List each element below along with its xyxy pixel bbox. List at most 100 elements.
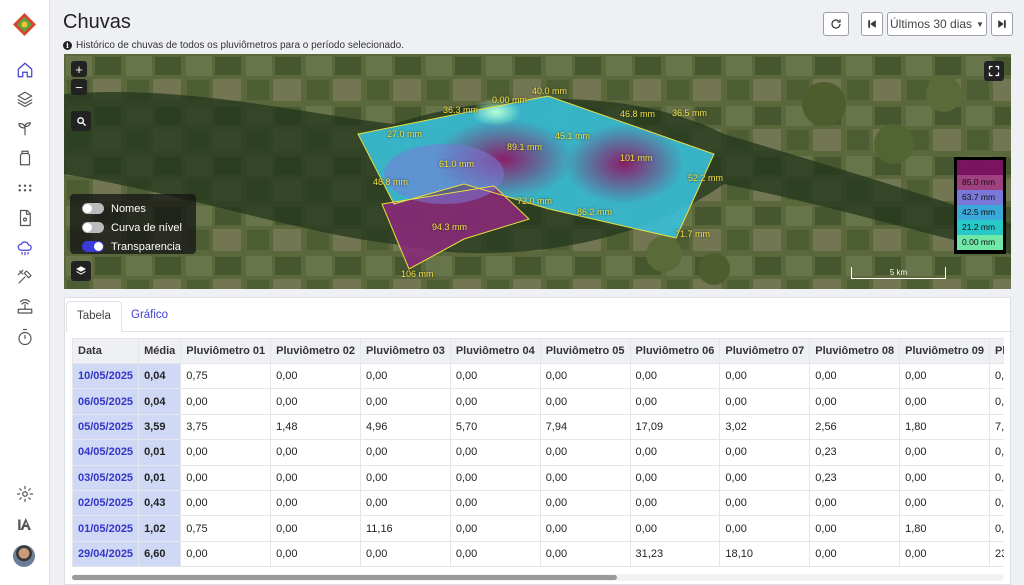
date-cell[interactable]: 06/05/2025 xyxy=(72,388,140,415)
value-cell: 0,2 xyxy=(988,489,1004,517)
brand-icon[interactable] xyxy=(14,513,36,535)
column-header[interactable]: Média xyxy=(138,338,182,364)
column-header[interactable]: Pluviômetro 08 xyxy=(809,338,901,364)
first-period-button[interactable] xyxy=(861,12,883,36)
average-cell: 3,59 xyxy=(138,413,182,441)
fullscreen-button[interactable] xyxy=(984,61,1004,81)
value-cell: 0,00 xyxy=(180,439,272,466)
value-cell: 0,00 xyxy=(809,540,901,568)
column-header[interactable]: Pluviômetro 03 xyxy=(359,338,451,364)
toggle-switch[interactable] xyxy=(82,203,104,214)
refresh-button[interactable] xyxy=(823,12,849,36)
timer-icon[interactable] xyxy=(14,326,36,348)
map-scale-bar: 5 km xyxy=(851,267,946,279)
column-header[interactable]: Pluviômetro 09 xyxy=(899,338,990,364)
value-cell: 0,23 xyxy=(809,464,901,491)
column-header[interactable]: Pluviômetro 06 xyxy=(629,338,721,364)
date-cell[interactable]: 04/05/2025 xyxy=(72,439,140,466)
column-header[interactable]: Pluviômetro 07 xyxy=(719,338,811,364)
value-cell: 0,00 xyxy=(270,540,361,568)
toggle-curva-de-nivel[interactable]: Curva de nível xyxy=(82,218,184,237)
value-cell: 0,00 xyxy=(899,540,990,568)
value-cell: 0,00 xyxy=(270,464,361,491)
table-row: 10/05/2025 0,04 0,75 0,00 0,00 0,00 0,00 0,00 0,… xyxy=(72,362,1004,390)
value-cell: 0,00 xyxy=(180,489,272,517)
value-cell: 0,00 xyxy=(629,464,721,491)
file-icon[interactable] xyxy=(14,207,36,229)
value-cell: 0,75 xyxy=(180,515,272,542)
legend-item: 85.0 mm xyxy=(957,175,1003,190)
value-cell: 0,00 xyxy=(719,464,811,491)
toggle-switch[interactable] xyxy=(82,222,104,233)
toggle-label: Nomes xyxy=(111,202,146,215)
jar-icon[interactable] xyxy=(14,147,36,169)
last-period-button[interactable] xyxy=(991,12,1013,36)
toggle-transparencia[interactable]: Transparencia xyxy=(82,237,184,256)
toggle-label: Curva de nível xyxy=(111,221,182,234)
value-cell: 7,6 xyxy=(988,413,1004,441)
value-cell: 0,00 xyxy=(809,489,901,517)
value-cell: 0,00 xyxy=(809,388,901,415)
table-row: 29/04/2025 6,60 0,00 0,00 0,00 0,00 0,00 31,23 1… xyxy=(72,540,1004,568)
settings-icon[interactable] xyxy=(14,483,36,505)
date-cell[interactable]: 03/05/2025 xyxy=(72,464,140,491)
date-cell[interactable]: 29/04/2025 xyxy=(72,540,140,568)
value-cell: 18,10 xyxy=(719,540,811,568)
column-header[interactable]: Data xyxy=(72,338,140,364)
value-cell: 0,00 xyxy=(359,540,451,568)
column-header[interactable]: Pluviômetro 01 xyxy=(180,338,272,364)
tab-grafico[interactable]: Gráfico xyxy=(121,301,178,332)
sprout-icon[interactable] xyxy=(14,117,36,139)
table-row: 01/05/2025 1,02 0,75 0,00 11,16 0,00 0,00 0,00 0… xyxy=(72,515,1004,542)
table-row: 04/05/2025 0,01 0,00 0,00 0,00 0,00 0,00 0,00 0,… xyxy=(72,439,1004,466)
map-label: 72.0 mm xyxy=(517,196,553,206)
average-cell: 0,01 xyxy=(138,439,182,466)
toggle-nomes[interactable]: Nomes xyxy=(82,199,184,218)
value-cell: 0,00 xyxy=(629,489,721,517)
date-cell[interactable]: 05/05/2025 xyxy=(72,413,140,441)
value-cell: 0,00 xyxy=(180,388,272,415)
column-header[interactable]: Pluviômetro 04 xyxy=(449,338,541,364)
table-row: 02/05/2025 0,43 0,00 0,00 0,00 0,00 0,00 0,00 0,… xyxy=(72,489,1004,517)
avatar[interactable] xyxy=(13,545,35,567)
value-cell: 0,00 xyxy=(719,439,811,466)
value-cell: 0,00 xyxy=(719,388,811,415)
value-cell: 0,00 xyxy=(899,439,990,466)
column-header[interactable]: Pluviômetro 02 xyxy=(270,338,361,364)
main-content: Chuvas i Histórico de chuvas de todos os… xyxy=(50,0,1024,585)
value-cell: 0,00 xyxy=(270,515,361,542)
value-cell: 0,00 xyxy=(719,362,811,390)
date-cell[interactable]: 10/05/2025 xyxy=(72,362,140,390)
map-label: 36.3 mm xyxy=(443,105,479,115)
horizontal-scrollbar[interactable] xyxy=(72,574,1004,581)
zoom-out-button[interactable]: − xyxy=(71,79,87,95)
date-cell[interactable]: 01/05/2025 xyxy=(72,515,140,542)
tab-tabela[interactable]: Tabela xyxy=(66,301,122,332)
map-search-button[interactable] xyxy=(71,111,91,131)
scrollbar-thumb[interactable] xyxy=(72,575,617,580)
column-header[interactable]: Plu xyxy=(988,338,1004,364)
tab-bar: Tabela Gráfico xyxy=(65,298,1012,332)
toggle-switch[interactable] xyxy=(82,241,104,252)
column-header[interactable]: Pluviômetro 05 xyxy=(539,338,631,364)
value-cell: 3,75 xyxy=(180,413,272,441)
date-cell[interactable]: 02/05/2025 xyxy=(72,489,140,517)
dots-grid-icon[interactable] xyxy=(14,177,36,199)
layers-icon[interactable] xyxy=(14,88,36,110)
value-cell: 0,00 xyxy=(629,439,721,466)
map-label: 52.2 mm xyxy=(688,173,724,183)
app-logo[interactable] xyxy=(12,12,37,37)
table-row: 06/05/2025 0,04 0,00 0,00 0,00 0,00 0,00 0,00 0,… xyxy=(72,388,1004,415)
home-icon[interactable] xyxy=(14,59,36,81)
router-icon[interactable] xyxy=(14,296,36,318)
zoom-in-button[interactable]: + xyxy=(71,61,87,77)
map-label: 46.8 mm xyxy=(620,109,656,119)
rain-cloud-icon[interactable] xyxy=(14,237,36,259)
value-cell: 0,00 xyxy=(449,489,541,517)
layers-button[interactable] xyxy=(71,261,91,281)
period-dropdown[interactable]: Últimos 30 dias ▼ xyxy=(887,12,987,36)
map-label: 89.1 mm xyxy=(507,142,543,152)
value-cell: 0,00 xyxy=(899,489,990,517)
tools-icon[interactable] xyxy=(14,266,36,288)
rain-map[interactable]: 36.3 mm 0.00 mm 40.0 mm 46.8 mm 36.5 mm … xyxy=(64,54,1011,289)
